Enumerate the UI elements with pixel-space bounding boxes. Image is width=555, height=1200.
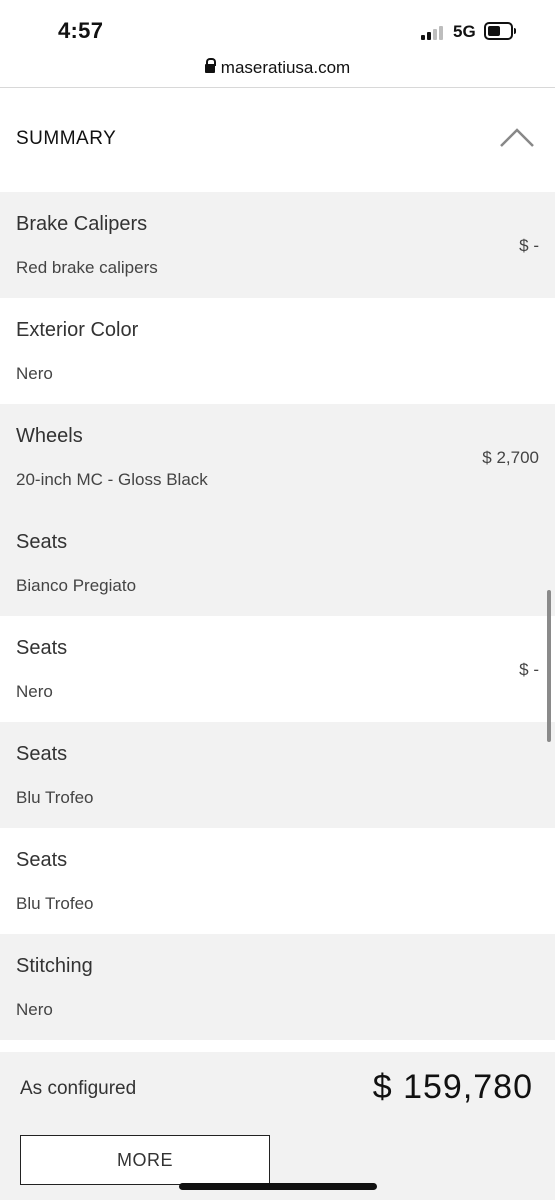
summary-header[interactable]: SUMMARY bbox=[0, 88, 555, 192]
network-type: 5G bbox=[453, 22, 476, 41]
item-value: Blu Trofeo bbox=[16, 894, 94, 913]
item-value: Bianco Pregiato bbox=[16, 576, 137, 595]
summary-title: SUMMARY bbox=[16, 128, 117, 149]
list-item: Brake Calipers Red brake calipers $ - bbox=[0, 192, 555, 298]
cellular-signal-icon bbox=[421, 24, 445, 40]
chevron-up-icon[interactable] bbox=[500, 128, 534, 148]
list-item: Seats Blu Trofeo bbox=[0, 722, 555, 828]
battery-icon bbox=[484, 22, 516, 40]
total-price: $ 159,780 bbox=[372, 1068, 533, 1106]
item-label: Seats bbox=[16, 531, 68, 553]
item-price: $ - bbox=[519, 660, 539, 679]
configured-label: As configured bbox=[20, 1078, 137, 1099]
summary-list: Brake Calipers Red brake calipers $ - Ex… bbox=[0, 192, 555, 1040]
item-value: Blu Trofeo bbox=[16, 788, 94, 807]
list-item: Stitching Nero bbox=[0, 934, 555, 1040]
item-value: Nero bbox=[16, 682, 53, 701]
item-label: Seats bbox=[16, 743, 68, 765]
item-label: Seats bbox=[16, 637, 68, 659]
price-footer: As configured $ 159,780 MORE bbox=[0, 1052, 555, 1200]
item-label: Brake Calipers bbox=[16, 213, 148, 235]
item-label: Seats bbox=[16, 849, 68, 871]
scrollbar[interactable] bbox=[547, 590, 551, 742]
address-bar[interactable]: maseratiusa.com bbox=[0, 58, 555, 86]
item-label: Exterior Color bbox=[16, 319, 139, 341]
list-item: Seats Blu Trofeo bbox=[0, 828, 555, 934]
clock: 4:57 bbox=[58, 18, 104, 43]
footer-gap bbox=[0, 1040, 555, 1052]
item-value: Red brake calipers bbox=[16, 258, 158, 277]
list-item: Wheels 20-inch MC - Gloss Black $ 2,700 bbox=[0, 404, 555, 510]
item-value: 20-inch MC - Gloss Black bbox=[16, 470, 208, 489]
list-item: Exterior Color Nero bbox=[0, 298, 555, 404]
url-text: maseratiusa.com bbox=[220, 58, 351, 77]
item-value: Nero bbox=[16, 1000, 53, 1019]
list-item: Seats Nero $ - bbox=[0, 616, 555, 722]
item-label: Wheels bbox=[16, 425, 83, 447]
more-button[interactable]: MORE bbox=[20, 1135, 270, 1185]
item-price: $ 2,700 bbox=[482, 448, 539, 467]
list-item: Seats Bianco Pregiato bbox=[0, 510, 555, 616]
item-label: Stitching bbox=[16, 955, 93, 977]
lock-icon bbox=[204, 58, 216, 73]
home-indicator[interactable] bbox=[179, 1183, 377, 1190]
status-bar: 4:57 5G bbox=[0, 0, 555, 58]
item-price: $ - bbox=[519, 236, 539, 255]
item-value: Nero bbox=[16, 364, 53, 383]
